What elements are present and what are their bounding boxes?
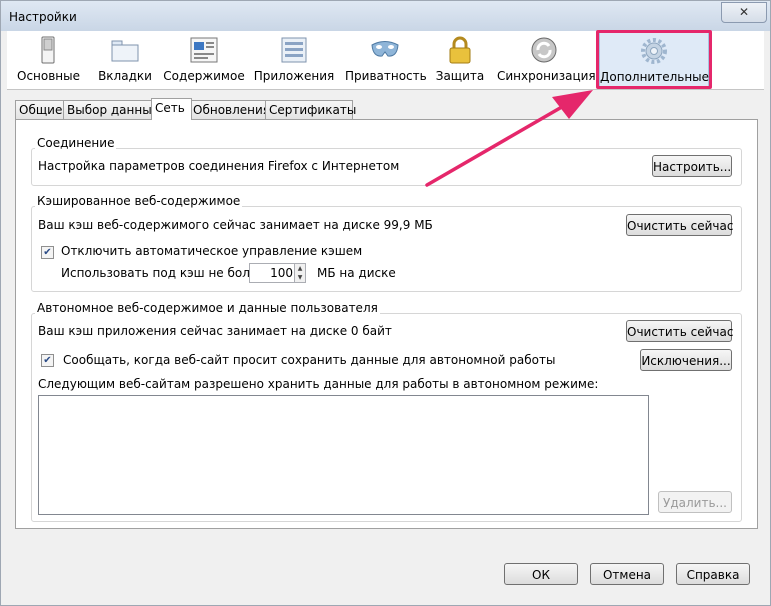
window-title: Настройки [9,10,77,24]
connection-description: Настройка параметров соединения Firefox … [38,159,400,173]
cache-limit-spinner[interactable]: 100 ▲ ▼ [249,263,306,283]
mask-icon [371,41,399,57]
toolbar-item-sync[interactable]: Синхронизация [497,31,596,87]
toolbar-item-label: Приложения [253,69,335,83]
tabs-icon [111,40,139,62]
network-panel: Соединение Настройка параметров соединен… [15,119,758,529]
exceptions-button[interactable]: Исключения... [640,349,732,371]
toolbar-item-security[interactable]: Защита [433,31,487,87]
connection-settings-button[interactable]: Настроить... [652,155,732,177]
toolbar-item-tabs[interactable]: Вкладки [95,31,155,87]
tab-updates[interactable]: Обновления [189,100,270,119]
cache-usage-text: Ваш кэш веб-содержимого сейчас занимает … [38,218,433,232]
spin-up-icon[interactable]: ▲ [294,264,305,273]
settings-window: Настройки ✕ Основные Вкладки Содержимое … [0,0,771,606]
toolbar-item-label: Содержимое [163,69,245,83]
tab-general[interactable]: Общие [15,100,65,119]
highlight-box [596,30,712,89]
toolbar-item-content[interactable]: Содержимое [163,31,245,87]
cache-group-title: Кэшированное веб-содержимое [35,194,243,208]
ok-button[interactable]: ОК [504,563,578,585]
offline-group-title: Автономное веб-содержимое и данные польз… [35,301,380,315]
tab-certificates[interactable]: Сертификаты [265,100,356,119]
tab-data-choices[interactable]: Выбор данных [63,100,159,119]
offline-sites-list[interactable] [38,395,649,515]
lock-icon [449,36,471,64]
cache-limit-unit: МБ на диске [317,266,396,280]
toolbar-item-label: Вкладки [98,69,152,83]
toolbar-item-applications[interactable]: Приложения [253,31,335,87]
cache-limit-label: Использовать под кэш не более [61,266,265,280]
toolbar-item-label: Защита [435,69,485,83]
cancel-button[interactable]: Отмена [590,563,664,585]
offline-allowed-label: Следующим веб-сайтам разрешено хранить д… [38,377,599,391]
connection-group-title: Соединение [35,136,117,150]
toolbar-item-general[interactable]: Основные [17,31,81,87]
toolbar-item-label: Приватность [345,69,427,83]
offline-usage-text: Ваш кэш приложения сейчас занимает на ди… [38,324,392,338]
spin-down-icon[interactable]: ▼ [294,273,305,282]
override-cache-label: Отключить автоматическое управление кэше… [61,244,363,258]
tab-network[interactable]: Сеть [151,98,192,120]
remove-site-button[interactable]: Удалить... [658,491,732,513]
sync-icon [531,37,557,63]
cache-limit-value: 100 [270,266,293,280]
applications-icon [281,37,307,63]
title-bar: Настройки ✕ [1,1,770,31]
content-icon [190,37,218,63]
offline-notify-checkbox[interactable]: ✔ [41,354,54,367]
toolbar-item-label: Основные [17,69,81,83]
clear-offline-button[interactable]: Очистить сейчас [626,320,733,342]
toolbar-item-privacy[interactable]: Приватность [345,31,427,87]
clear-cache-button[interactable]: Очистить сейчас [626,214,733,236]
switch-icon [41,36,55,64]
override-cache-checkbox[interactable]: ✔ [41,246,54,259]
help-button[interactable]: Справка [676,563,750,585]
close-button[interactable]: ✕ [721,2,767,23]
toolbar-item-label: Синхронизация [497,69,596,83]
offline-notify-label: Сообщать, когда веб-сайт просит сохранит… [63,353,556,367]
